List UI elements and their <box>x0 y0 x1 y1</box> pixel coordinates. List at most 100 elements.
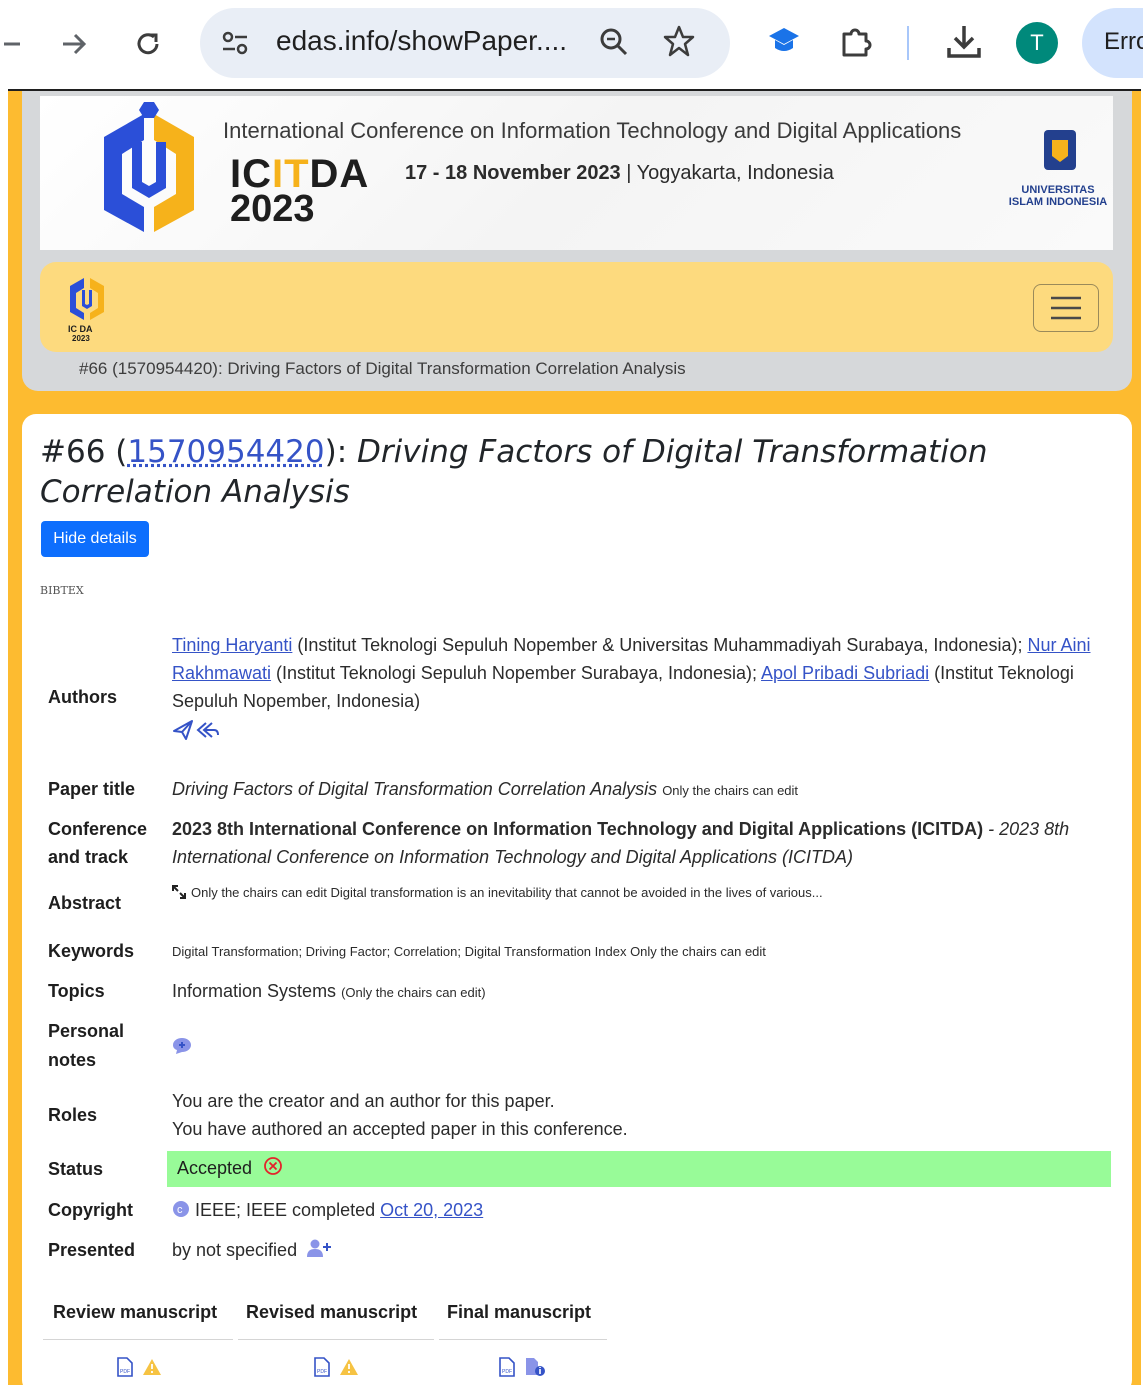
review-manuscript-header: Review manuscript <box>53 1302 217 1323</box>
add-presenter-icon[interactable] <box>306 1238 332 1258</box>
chairs-only-note: Only the chairs can edit <box>662 783 798 798</box>
status-highlight <box>167 1151 1111 1187</box>
download-icon[interactable] <box>944 22 984 67</box>
acronym-part: DA <box>310 152 370 196</box>
title-separator: ): <box>325 434 357 470</box>
hide-details-button[interactable]: Hide details <box>41 521 149 557</box>
presented-label: Presented <box>48 1236 135 1264</box>
revised-manuscript-icons: PDF <box>313 1357 359 1377</box>
page-title: #66 (1570954420): Driving Factors of Dig… <box>40 432 1110 512</box>
paper-id-link[interactable]: 1570954420 <box>127 434 324 470</box>
copyright-label: Copyright <box>48 1196 133 1224</box>
author-link[interactable]: Tining Haryanti <box>172 635 292 655</box>
presented-value: by not specified <box>172 1236 1107 1264</box>
banner-location: | Yogyakarta, Indonesia <box>626 162 834 184</box>
topics-label: Topics <box>48 977 105 1005</box>
svg-text:PDF: PDF <box>120 1369 130 1375</box>
paper-number: #66 ( <box>40 434 127 470</box>
conference-banner: International Conference on Information … <box>40 96 1113 250</box>
author-actions <box>172 719 220 741</box>
university-name: UNIVERSITAS ISLAM INDONESIA <box>1008 184 1108 208</box>
copyright-value: c IEEE; IEEE completed Oct 20, 2023 <box>172 1196 1107 1224</box>
author-link[interactable]: Apol Pribadi Subriadi <box>761 663 929 683</box>
copyright-text: IEEE; IEEE completed <box>195 1200 375 1220</box>
copyright-icon: c <box>172 1200 190 1218</box>
final-manuscript-icons: PDF <box>498 1357 546 1377</box>
reply-all-icon[interactable] <box>198 723 218 737</box>
forward-icon[interactable] <box>52 22 96 66</box>
topics-note: (Only the chairs can edit) <box>341 985 486 1000</box>
file-info-icon[interactable] <box>524 1357 546 1377</box>
error-chip[interactable]: Erro <box>1082 8 1143 78</box>
pdf-icon[interactable]: PDF <box>116 1357 134 1377</box>
send-icon[interactable] <box>174 721 192 739</box>
banner-year: 2023 <box>230 188 315 231</box>
back-icon[interactable] <box>0 22 34 66</box>
author-affiliation: (Institut Teknologi Sepuluh Nopember Sur… <box>271 663 761 683</box>
bibtex-link[interactable]: BIBTEX <box>40 584 84 597</box>
navbar: IC DA 2023 <box>40 262 1113 352</box>
topic-text: Information Systems <box>172 981 336 1001</box>
banner-tagline: International Conference on Information … <box>223 118 961 144</box>
toolbar-divider <box>905 26 911 65</box>
svg-text:IC DA: IC DA <box>68 324 93 334</box>
presented-text: by not specified <box>172 1240 297 1260</box>
address-bar[interactable]: edas.info/showPaper.... <box>200 8 730 78</box>
status-label: Status <box>48 1155 103 1183</box>
notes-label-2: notes <box>48 1046 96 1074</box>
abstract-value: Only the chairs can edit Digital transfo… <box>191 879 1126 907</box>
conference-label: Conference <box>48 815 147 843</box>
breadcrumb: #66 (1570954420): Driving Factors of Dig… <box>79 359 686 379</box>
extensions-puzzle-icon[interactable] <box>838 22 876 65</box>
pdf-icon[interactable]: PDF <box>313 1357 331 1377</box>
browser-toolbar: edas.info/showPaper.... T Erro <box>0 0 1143 90</box>
svg-text:2023: 2023 <box>72 334 90 342</box>
paper-title-text: Driving Factors of Digital Transformatio… <box>172 779 657 799</box>
site-settings-icon[interactable] <box>220 28 250 63</box>
status-value: Accepted <box>177 1156 283 1179</box>
url-text[interactable]: edas.info/showPaper.... <box>276 25 567 57</box>
bookmark-star-icon[interactable] <box>662 24 696 63</box>
svg-text:PDF: PDF <box>502 1369 512 1375</box>
conference-value: 2023 8th International Conference on Inf… <box>172 815 1107 871</box>
keywords-label: Keywords <box>48 937 134 965</box>
add-note-icon[interactable] <box>172 1037 192 1055</box>
track-label: and track <box>48 843 128 871</box>
paper-title-value: Driving Factors of Digital Transformatio… <box>172 775 1107 805</box>
reload-icon[interactable] <box>126 22 170 66</box>
pdf-icon[interactable]: PDF <box>498 1357 516 1377</box>
profile-avatar[interactable]: T <box>1016 22 1058 64</box>
status-badge: Accepted <box>177 1158 252 1178</box>
role-line: You have authored an accepted paper in t… <box>172 1115 1107 1143</box>
university-seal-icon <box>1040 128 1080 178</box>
revised-manuscript-header: Revised manuscript <box>246 1302 417 1323</box>
abstract-label: Abstract <box>48 889 121 917</box>
authors-value: Tining Haryanti (Institut Teknologi Sepu… <box>172 631 1107 715</box>
paper-title-label: Paper title <box>48 775 135 803</box>
education-extension-icon[interactable] <box>766 22 802 63</box>
author-affiliation: (Institut Teknologi Sepuluh Nopember & U… <box>292 635 1027 655</box>
role-line: You are the creator and an author for th… <box>172 1087 1107 1115</box>
banner-date-range: 17 - 18 November 2023 <box>405 162 621 184</box>
roles-label: Roles <box>48 1101 97 1129</box>
expand-icon[interactable] <box>172 885 186 899</box>
column-divider <box>439 1339 607 1340</box>
navbar-logo-icon[interactable]: IC DA 2023 <box>62 272 112 342</box>
banner-dates: 17 - 18 November 2023 | Yogyakarta, Indo… <box>405 162 834 185</box>
menu-toggle-button[interactable] <box>1033 284 1099 332</box>
icitda-logo-icon <box>84 102 214 242</box>
column-divider <box>238 1339 434 1340</box>
authors-label: Authors <box>48 683 117 711</box>
warning-icon[interactable] <box>142 1358 162 1376</box>
review-manuscript-icons: PDF <box>116 1357 162 1377</box>
svg-text:PDF: PDF <box>317 1369 327 1375</box>
copyright-date-link[interactable]: Oct 20, 2023 <box>380 1200 483 1220</box>
withdraw-icon[interactable] <box>263 1156 283 1176</box>
hamburger-icon <box>1049 295 1083 321</box>
conference-name: 2023 8th International Conference on Inf… <box>172 819 983 839</box>
warning-icon[interactable] <box>339 1358 359 1376</box>
final-manuscript-header: Final manuscript <box>447 1302 591 1323</box>
keywords-value: Digital Transformation; Driving Factor; … <box>172 938 1107 966</box>
topics-value: Information Systems (Only the chairs can… <box>172 977 1107 1007</box>
zoom-icon[interactable] <box>598 26 630 63</box>
